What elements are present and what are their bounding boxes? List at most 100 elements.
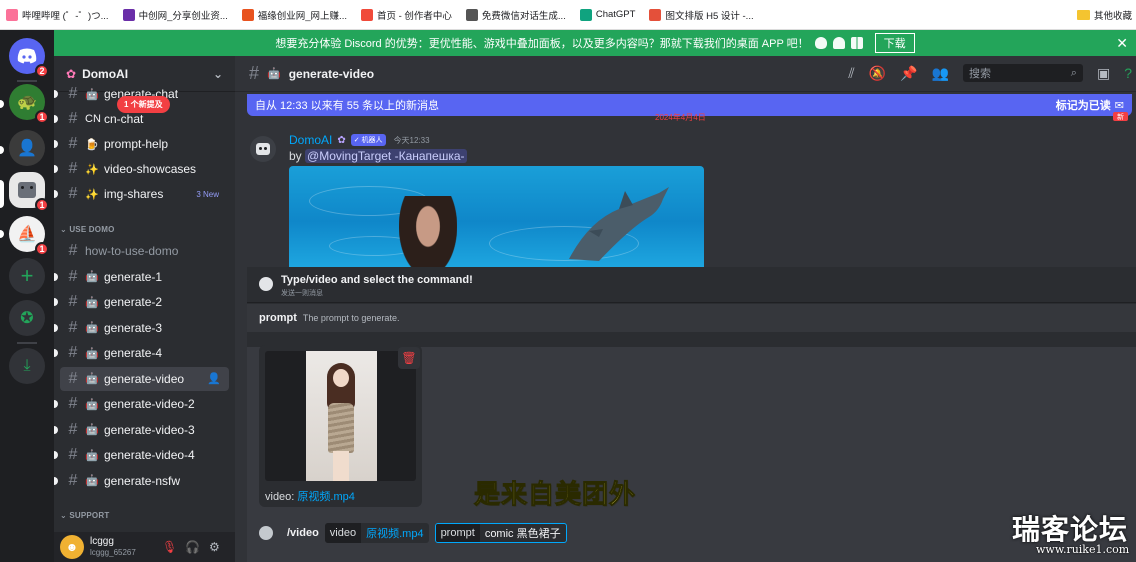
user-mention[interactable]: @MovingTarget -Канапешка- [305,149,467,163]
message-author[interactable]: DomoAI [289,133,332,147]
banner-download-button[interactable]: 下载 [874,33,915,53]
channel-generate-2[interactable]: # 🤖 generate-2 [54,290,229,314]
channel-emoji-icon: ✨ [85,188,99,201]
channel-emoji-icon: 🤖 [85,398,99,411]
video-subtitle-overlay: 是来自美团外 [473,479,637,510]
channel-how-to-use-domo[interactable]: # how-to-use-domo [60,239,229,263]
help-icon[interactable]: ? [1124,65,1132,81]
video-preview[interactable] [289,166,704,267]
channel-img-shares[interactable]: # ✨ img-shares 3 New [54,182,229,206]
bookmark-item[interactable]: 哔哩哔哩 (゜-゜)つ... [6,8,109,22]
channel-prompt-help[interactable]: # 🍺 prompt-help [54,132,229,156]
channel-name: generate-video-3 [104,422,195,437]
trash-icon[interactable]: 🗑 [398,347,420,369]
option-value: comic 黑色裙子 [484,528,561,540]
command-header: Type/video and select the command! 发送一则消… [247,267,1136,303]
add-server-button[interactable]: + [9,258,45,294]
channel-generate-3[interactable]: # 🤖 generate-3 [54,316,229,340]
bookmark-label: 图文排版 H5 设计 -... [665,10,754,22]
command-option-prompt-input[interactable]: prompt comic 黑色裙子 [434,523,567,543]
bookmark-item[interactable]: 首页 - 创作者中心 [360,8,452,22]
channel-generate-video-3[interactable]: # 🤖 generate-video-3 [54,418,229,442]
mention-badge: 1 [35,110,49,124]
new-messages-text: 自从 12:33 以来有 55 条以上的新消息 [255,100,439,112]
attachment-filename[interactable]: 原视频.mp4 [297,491,354,503]
banner-close-icon[interactable]: ✕ [1116,35,1128,52]
command-option-prompt[interactable]: prompt The prompt to generate. [247,304,1136,332]
server-photo[interactable]: 👤 [9,130,45,166]
other-bookmarks[interactable]: 其他收藏 [1070,8,1132,22]
bookmark-item[interactable]: 福缘创业网_网上赚... [241,8,347,22]
category-use-domo[interactable]: ⌄ USE DOMO [60,225,115,234]
category-support[interactable]: ⌄ SUPPORT [60,511,109,520]
avatar[interactable]: ☻ [60,535,84,559]
option-key: video [324,523,362,543]
channel-emoji-icon: 🤖 [85,322,99,334]
bookmark-item[interactable]: 免费微信对话生成... [465,8,566,22]
mark-as-read-button[interactable]: 标记为已读 [1056,97,1111,113]
bookmark-favicon-icon [122,8,135,21]
other-bookmarks-label: 其他收藏 [1093,11,1132,22]
bookmark-item[interactable]: 图文排版 H5 设计 -... [649,8,754,22]
server-turtle[interactable]: 🐢 1 [9,84,49,124]
channel-generate-video-4[interactable]: # 🤖 generate-video-4 [54,443,229,467]
attachment-thumbnail[interactable] [265,351,416,481]
channel-generate-4[interactable]: # 🤖 generate-4 [54,341,229,365]
channel-emoji-icon: 🍺 [85,138,99,151]
channel-video-showcases[interactable]: # ✨ video-showcases [54,157,229,181]
channel-generate-1[interactable]: # 🤖 generate-1 [54,265,229,289]
channel-generate-video-2[interactable]: # 🤖 generate-video-2 [54,392,229,416]
explore-servers-button[interactable]: ✪ [9,300,45,336]
channel-generate-nsfw[interactable]: # 🤖 generate-nsfw [54,469,229,493]
member-list-icon[interactable]: 👥 [932,65,949,82]
bookmark-item[interactable]: ChatGPT [579,8,635,21]
new-mentions-pill[interactable]: 1 个新提及 [117,96,170,113]
channel-generate-video[interactable]: # 🤖 generate-video 👤 [60,366,229,391]
headphones-icon[interactable]: 🎧 [185,540,200,554]
unread-dot [54,165,58,173]
command-option-video[interactable]: video 原视频.mp4 [324,523,429,543]
channel-name: generate-video [104,371,185,386]
android-icon [832,37,845,49]
channel-emoji-icon: 🤖 [85,475,99,487]
inbox-icon[interactable]: ▣ [1097,65,1110,82]
gear-icon[interactable]: ⚙ [209,540,220,554]
search-input[interactable]: 搜索 ⌕ [962,64,1083,82]
channel-name: generate-video-4 [104,448,195,462]
channel-emoji-icon: 🤖 [85,347,99,360]
channel-emoji-icon: 🤖 [85,424,99,436]
new-divider-badge: 新 [1113,112,1128,121]
user-tag: lcggg_65267 [90,548,136,557]
option-key: prompt [435,524,480,542]
invite-user-icon[interactable]: 👤 [207,372,221,385]
channel-name: generate-1 [104,269,163,284]
apple-icon [814,37,827,49]
avatar[interactable] [250,136,276,162]
threads-icon[interactable]: ⫽ [848,65,854,82]
command-input[interactable]: /video video 原视频.mp4 prompt comic 黑色裙子 [259,522,567,544]
channel-name: how-to-use-domo [85,244,179,258]
pin-icon[interactable]: 📌 [900,65,917,82]
notification-bell-icon[interactable]: 🔕 [869,65,886,82]
discord-home-button[interactable]: 2 [9,38,49,78]
option-value: 原视频.mp4 [366,528,424,540]
channel-name: generate-nsfw [104,473,181,488]
server-sailboat[interactable]: ⛵ 1 [9,216,49,256]
channel-name: video-showcases [104,162,197,176]
shark-icon [569,187,669,261]
user-info[interactable]: lcggg lcggg_65267 [90,536,136,558]
unread-dot [54,272,58,281]
windows-icon [850,37,863,49]
channel-emoji-icon: 🤖 [85,88,99,101]
robot-icon [18,182,36,198]
download-apps-button[interactable]: ⤓ [9,348,45,384]
server-domoai[interactable]: 1 [9,172,49,212]
mute-mic-icon[interactable]: 🎙 [162,540,177,554]
unread-dot [54,425,58,434]
mark-read-icon: ✉ [1114,99,1124,112]
bookmark-item[interactable]: 中创网_分享创业资... [122,8,228,22]
robot-emoji-icon: 🤖 [267,68,281,80]
bookmarks-bar: 哔哩哔哩 (゜-゜)つ... 中创网_分享创业资... 福缘创业网_网上赚... 首页… [0,0,1136,30]
channel-emoji-icon: 🤖 [85,373,99,385]
hash-icon: # [68,446,78,463]
